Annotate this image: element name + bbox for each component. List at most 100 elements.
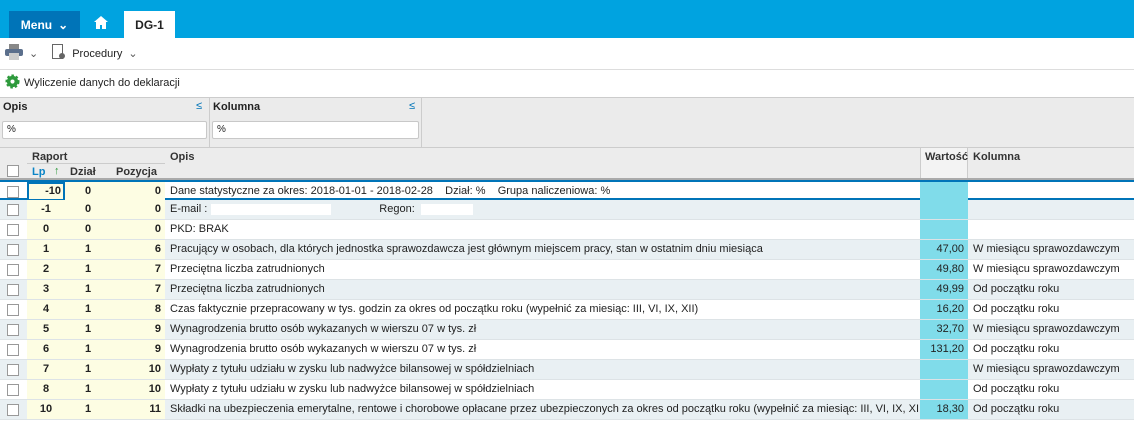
cell-opis[interactable]: Czas faktycznie przepracowany w tys. god…: [170, 300, 698, 319]
cell-wartosc[interactable]: [920, 380, 968, 399]
filter-input-kolumna[interactable]: %: [212, 121, 419, 139]
cell-lp[interactable]: 3: [27, 280, 65, 299]
header-dzial[interactable]: Dział: [70, 166, 96, 178]
filter-sort-icon[interactable]: ≤: [409, 100, 415, 112]
cell-lp[interactable]: 4: [27, 300, 65, 319]
cell-opis[interactable]: Dane statystyczne za okres: 2018-01-01 -…: [170, 182, 610, 201]
cell-lp[interactable]: 5: [27, 320, 65, 339]
cell-pozycja[interactable]: 10: [111, 380, 165, 399]
cell-pozycja[interactable]: 6: [111, 240, 165, 259]
cell-pozycja[interactable]: 8: [111, 300, 165, 319]
header-opis[interactable]: Opis: [170, 151, 194, 163]
cell-kolumna[interactable]: Od początku roku: [973, 300, 1059, 319]
cell-lp[interactable]: -10: [27, 182, 65, 201]
table-row[interactable]: 8 1 10 Wypłaty z tytułu udziału w zysku lub…: [0, 380, 1134, 400]
tab-dg1[interactable]: DG-1: [124, 11, 175, 38]
cell-dzial[interactable]: 0: [65, 182, 111, 201]
cell-opis[interactable]: E-mail : Regon:: [170, 200, 473, 219]
cell-lp[interactable]: -1: [27, 200, 65, 219]
row-checkbox[interactable]: [7, 186, 19, 198]
table-row[interactable]: -1 0 0 E-mail : Regon:: [0, 200, 1134, 220]
cell-opis[interactable]: Przeciętna liczba zatrudnionych: [170, 260, 325, 279]
row-checkbox[interactable]: [7, 244, 19, 256]
table-row[interactable]: 5 1 9 Wynagrodzenia brutto osób wykazanych …: [0, 320, 1134, 340]
cell-lp[interactable]: 7: [27, 360, 65, 379]
cell-kolumna[interactable]: W miesiącu sprawozdawczym: [973, 360, 1120, 379]
cell-dzial[interactable]: 1: [65, 300, 111, 319]
row-checkbox[interactable]: [7, 384, 19, 396]
cell-opis[interactable]: Wynagrodzenia brutto osób wykazanych w w…: [170, 340, 476, 359]
row-checkbox[interactable]: [7, 284, 19, 296]
cell-wartosc[interactable]: 32,70: [920, 320, 968, 339]
cell-dzial[interactable]: 1: [65, 360, 111, 379]
row-checkbox[interactable]: [7, 344, 19, 356]
cell-lp[interactable]: 2: [27, 260, 65, 279]
chevron-down-icon[interactable]: ⌄: [128, 47, 137, 60]
cell-wartosc[interactable]: 49,99: [920, 280, 968, 299]
cell-dzial[interactable]: 0: [65, 200, 111, 219]
table-row[interactable]: 7 1 10 Wypłaty z tytułu udziału w zysku lub…: [0, 360, 1134, 380]
row-checkbox[interactable]: [7, 404, 19, 416]
cell-wartosc[interactable]: [920, 182, 968, 201]
cell-wartosc[interactable]: [920, 200, 968, 219]
cell-pozycja[interactable]: 0: [111, 220, 165, 239]
cell-pozycja[interactable]: 10: [111, 360, 165, 379]
cell-wartosc[interactable]: 16,20: [920, 300, 968, 319]
header-lp[interactable]: Lp: [32, 166, 45, 178]
header-pozycja[interactable]: Pozycja: [116, 166, 157, 178]
table-row[interactable]: 3 1 7 Przeciętna liczba zatrudnionych 49,99 O…: [0, 280, 1134, 300]
menu-button[interactable]: Menu ⌄: [9, 11, 80, 38]
cell-kolumna[interactable]: W miesiącu sprawozdawczym: [973, 320, 1120, 339]
cell-opis[interactable]: Przeciętna liczba zatrudnionych: [170, 280, 325, 299]
cell-dzial[interactable]: 1: [65, 240, 111, 259]
home-icon[interactable]: [94, 16, 108, 32]
table-row[interactable]: 1 1 6 Pracujący w osobach, dla których jedn…: [0, 240, 1134, 260]
filter-sort-icon[interactable]: ≤: [196, 100, 202, 112]
table-row[interactable]: -10 0 0 Dane statystyczne za okres: 2018-01…: [0, 180, 1134, 201]
cell-pozycja[interactable]: 9: [111, 340, 165, 359]
cell-pozycja[interactable]: 7: [111, 260, 165, 279]
cell-lp[interactable]: 0: [27, 220, 65, 239]
gear-icon[interactable]: [5, 74, 20, 92]
cell-dzial[interactable]: 0: [65, 220, 111, 239]
cell-kolumna[interactable]: Od początku roku: [973, 400, 1059, 419]
cell-kolumna[interactable]: W miesiącu sprawozdawczym: [973, 260, 1120, 279]
cell-dzial[interactable]: 1: [65, 320, 111, 339]
cell-lp[interactable]: 1: [27, 240, 65, 259]
cell-wartosc[interactable]: [920, 220, 968, 239]
cell-kolumna[interactable]: W miesiącu sprawozdawczym: [973, 240, 1120, 259]
cell-pozycja[interactable]: 0: [111, 200, 165, 219]
cell-kolumna[interactable]: Od początku roku: [973, 380, 1059, 399]
header-wartosc[interactable]: Wartość: [925, 151, 968, 163]
cell-kolumna[interactable]: Od początku roku: [973, 340, 1059, 359]
cell-dzial[interactable]: 1: [65, 380, 111, 399]
cell-kolumna[interactable]: Od początku roku: [973, 280, 1059, 299]
cell-opis[interactable]: PKD: BRAK: [170, 220, 229, 239]
cell-lp[interactable]: 10: [27, 400, 65, 419]
page-title[interactable]: Wyliczenie danych do deklaracji: [24, 77, 180, 89]
filter-input-opis[interactable]: %: [2, 121, 207, 139]
row-checkbox[interactable]: [7, 264, 19, 276]
table-row[interactable]: 2 1 7 Przeciętna liczba zatrudnionych 49,80 W…: [0, 260, 1134, 280]
row-checkbox[interactable]: [7, 204, 19, 216]
cell-dzial[interactable]: 1: [65, 340, 111, 359]
cell-dzial[interactable]: 1: [65, 280, 111, 299]
cell-pozycja[interactable]: 9: [111, 320, 165, 339]
table-row[interactable]: 4 1 8 Czas faktycznie przepracowany w tys. …: [0, 300, 1134, 320]
header-kolumna[interactable]: Kolumna: [973, 151, 1020, 163]
print-icon[interactable]: [5, 44, 23, 63]
cell-dzial[interactable]: 1: [65, 400, 111, 419]
cell-opis[interactable]: Wynagrodzenia brutto osób wykazanych w w…: [170, 320, 476, 339]
cell-lp[interactable]: 6: [27, 340, 65, 359]
cell-wartosc[interactable]: [920, 360, 968, 379]
select-all-checkbox[interactable]: [7, 165, 19, 177]
cell-pozycja[interactable]: 7: [111, 280, 165, 299]
row-checkbox[interactable]: [7, 304, 19, 316]
row-checkbox[interactable]: [7, 324, 19, 336]
sort-up-arrow-icon[interactable]: ↑: [54, 165, 60, 177]
row-checkbox[interactable]: [7, 224, 19, 236]
cell-pozycja[interactable]: 0: [111, 182, 165, 201]
cell-wartosc[interactable]: 131,20: [920, 340, 968, 359]
cell-opis[interactable]: Pracujący w osobach, dla których jednost…: [170, 240, 763, 259]
cell-wartosc[interactable]: 18,30: [920, 400, 968, 419]
